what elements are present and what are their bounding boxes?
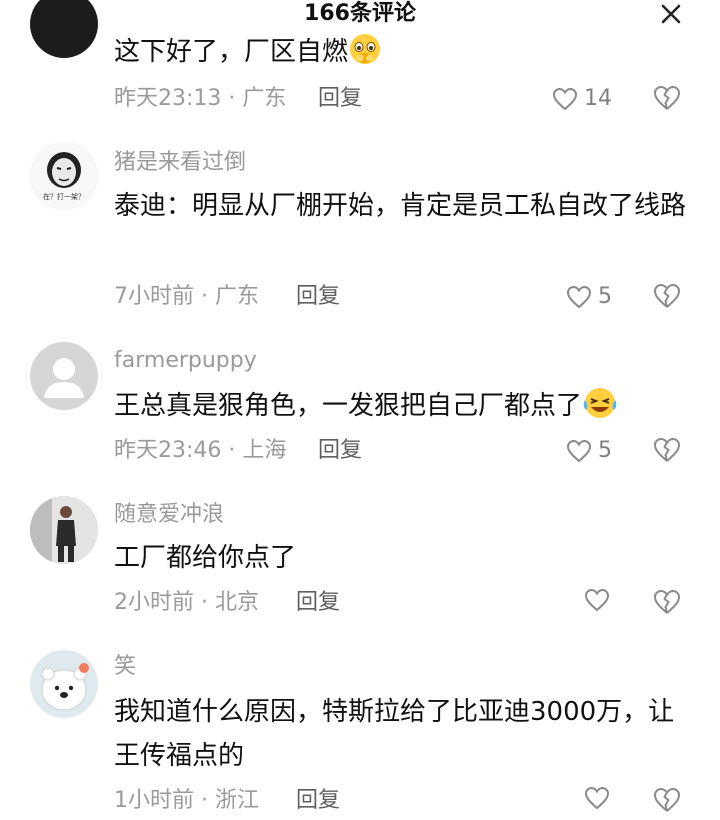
heart-icon [584,588,610,612]
like-button[interactable] [584,588,616,612]
avatar[interactable] [30,0,98,58]
comment-meta: 昨天23:46 · 上海 [114,436,286,466]
comment-text: 泰迪：明显从厂棚开始，肯定是员工私自改了线路 [114,191,687,221]
comment-location: 广东 [242,86,287,111]
comment-time: 昨天23:46 [114,438,222,463]
comment-meta: 7小时前 · 广东 [114,282,259,312]
like-button[interactable]: 14 [552,84,612,114]
heart-icon [552,87,578,111]
comment-meta: 昨天23:13 · 广东 [114,84,286,114]
username[interactable]: farmerpuppy [114,346,257,376]
comments-header: 166条评论 [0,0,720,28]
heart-icon [566,285,592,309]
meta-separator: · [221,438,243,463]
comment-text: 工厂都给你点了 [114,543,297,573]
comment-meta: 2小时前 · 北京 [114,588,259,618]
like-button[interactable] [584,786,616,810]
dislike-button[interactable] [652,786,686,816]
dislike-button[interactable] [652,436,686,466]
comment-time: 1小时前 [114,788,194,813]
comment-time: 7小时前 [114,284,194,309]
broken-heart-icon [654,284,680,308]
username[interactable]: 随意爱冲浪 [114,500,224,530]
close-icon [661,4,681,24]
broken-heart-icon [654,788,680,812]
broken-heart-icon [654,590,680,614]
meta-separator: · [221,86,243,111]
comment-location: 广东 [214,284,259,309]
dislike-button[interactable] [652,84,686,114]
broken-heart-icon [654,438,680,462]
comment-text: 我知道什么原因，特斯拉给了比亚迪3000万，让王传福点的 [114,697,675,771]
reply-button[interactable]: 回复 [296,588,340,618]
avatar[interactable] [30,496,98,564]
avatar[interactable] [30,650,98,718]
reply-button[interactable]: 回复 [318,436,362,466]
close-button[interactable] [652,0,690,28]
reply-button[interactable]: 回复 [296,786,340,816]
reply-button[interactable]: 回复 [296,282,340,312]
comment-location: 浙江 [214,788,259,813]
username[interactable]: 笑 [114,652,136,682]
comment-count-title: 166条评论 [304,1,416,26]
meta-separator: · [194,788,215,813]
laughing-tears-emoji [582,386,618,434]
shy-face-emoji [348,32,382,80]
reply-button[interactable]: 回复 [318,84,362,114]
username[interactable]: 猪是来看过倒 [114,148,246,178]
like-button[interactable]: 5 [566,282,612,312]
broken-heart-icon [654,86,680,110]
meta-separator: · [194,284,215,309]
comment-meta: 1小时前 · 浙江 [114,786,259,816]
avatar-caption: 在？打一架？ [43,193,85,201]
dislike-button[interactable] [652,282,686,312]
comment-time: 2小时前 [114,590,194,615]
comment-text: 王总真是狠角色，一发狠把自己厂都点了 [114,391,583,421]
heart-icon [584,786,610,810]
avatar[interactable] [30,342,98,410]
like-count: 5 [598,284,612,309]
comment-time: 昨天23:13 [114,86,222,111]
comment-location: 上海 [242,438,287,463]
avatar[interactable]: 在？打一架？ [30,142,98,210]
like-button[interactable]: 5 [566,436,612,466]
meta-separator: · [194,590,215,615]
dislike-button[interactable] [652,588,686,618]
heart-icon [566,439,592,463]
like-count: 5 [598,438,612,463]
comment-location: 北京 [214,590,259,615]
like-count: 14 [584,86,612,111]
comment-text: 这下好了，厂区自燃 [114,37,349,67]
